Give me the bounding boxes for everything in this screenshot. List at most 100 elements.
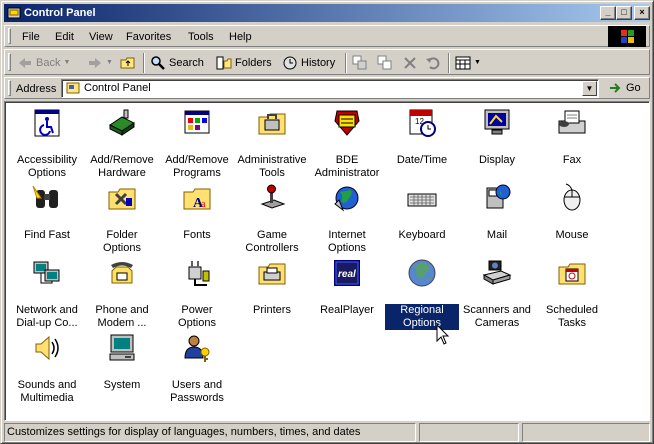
title-bar[interactable]: Control Panel _ □ × bbox=[4, 4, 650, 22]
item-label: Find Fast bbox=[24, 229, 70, 241]
item-phone-and-modem[interactable]: Phone and Modem ... bbox=[85, 257, 159, 330]
address-bar-grip[interactable] bbox=[8, 80, 11, 96]
item-scanners-and-cameras[interactable]: Scanners and Cameras bbox=[460, 257, 534, 330]
mail-icon bbox=[486, 184, 511, 209]
menu-bar-grip[interactable] bbox=[8, 28, 11, 44]
item-fonts[interactable]: Aa Fonts bbox=[160, 182, 234, 242]
item-bde-administrator[interactable]: BDE Administrator bbox=[310, 107, 384, 180]
power-plug-icon bbox=[188, 261, 210, 286]
item-label: Game Controllers bbox=[245, 229, 299, 254]
item-users-and-passwords[interactable]: Users and Passwords bbox=[160, 332, 234, 405]
item-display[interactable]: Display bbox=[460, 107, 534, 167]
item-administrative-tools[interactable]: Administrative Tools bbox=[235, 107, 309, 180]
search-label: Search bbox=[169, 57, 204, 69]
status-pane-2 bbox=[419, 423, 519, 442]
item-label: Accessibility Options bbox=[17, 154, 77, 179]
item-mail[interactable]: Mail bbox=[460, 182, 534, 242]
control-panel-app-icon bbox=[7, 7, 21, 19]
menu-edit[interactable]: Edit bbox=[50, 29, 79, 45]
maximize-button[interactable]: □ bbox=[616, 6, 632, 20]
views-grid-icon bbox=[455, 56, 471, 70]
computer-icon bbox=[109, 334, 135, 361]
menu-file[interactable]: File bbox=[17, 29, 45, 45]
item-game-controllers[interactable]: Game Controllers bbox=[235, 182, 309, 255]
item-internet-options[interactable]: Internet Options bbox=[310, 182, 384, 255]
copy-to-button[interactable] bbox=[377, 53, 393, 73]
item-add-remove-hardware[interactable]: Add/Remove Hardware bbox=[85, 107, 159, 180]
move-to-button[interactable] bbox=[352, 53, 368, 73]
delete-button[interactable] bbox=[402, 53, 418, 73]
item-label: RealPlayer bbox=[320, 304, 374, 316]
globe-icon bbox=[334, 186, 359, 212]
up-folder-icon bbox=[120, 57, 135, 69]
folders-icon bbox=[216, 56, 232, 70]
item-power-options[interactable]: Power Options bbox=[160, 257, 234, 330]
undo-icon bbox=[426, 57, 440, 70]
up-folder-button[interactable] bbox=[120, 53, 136, 73]
item-label: Power Options bbox=[178, 304, 216, 329]
address-dropdown-button[interactable]: ▼ bbox=[582, 81, 597, 96]
monitor-icon bbox=[484, 109, 510, 135]
window-title: Control Panel bbox=[24, 7, 96, 19]
item-label: Display bbox=[478, 154, 516, 166]
item-label: BDE Administrator bbox=[314, 154, 380, 179]
toolbar-grip[interactable] bbox=[8, 53, 11, 71]
toolbar-separator bbox=[143, 53, 145, 73]
item-mouse[interactable]: Mouse bbox=[535, 182, 609, 242]
keyboard-icon bbox=[407, 193, 437, 207]
item-accessibility-options[interactable]: Accessibility Options bbox=[10, 107, 84, 180]
item-label: Add/Remove Programs bbox=[165, 154, 229, 179]
status-pane-3 bbox=[522, 423, 650, 442]
admin-tools-icon bbox=[258, 113, 286, 135]
menu-help[interactable]: Help bbox=[224, 29, 257, 45]
back-arrow-icon bbox=[19, 58, 31, 68]
search-button[interactable]: Search bbox=[150, 53, 204, 73]
address-bar: Address Control Panel ▼ Go bbox=[4, 77, 650, 99]
address-input[interactable]: Control Panel ▼ bbox=[61, 79, 599, 98]
fax-icon bbox=[558, 110, 586, 134]
item-sounds-and-multimedia[interactable]: Sounds and Multimedia bbox=[10, 332, 84, 405]
forward-button[interactable]: ▼ bbox=[87, 53, 113, 73]
item-keyboard[interactable]: Keyboard bbox=[385, 182, 459, 242]
item-regional-options[interactable]: Regional Options bbox=[384, 257, 460, 331]
item-find-fast[interactable]: Find Fast bbox=[10, 182, 84, 242]
item-system[interactable]: System bbox=[85, 332, 159, 392]
go-button[interactable]: Go bbox=[609, 80, 641, 96]
back-button[interactable]: Back ▼ bbox=[17, 53, 70, 73]
scheduled-tasks-icon bbox=[558, 263, 586, 285]
item-folder-options[interactable]: Folder Options bbox=[85, 182, 159, 255]
item-label: Mail bbox=[486, 229, 508, 241]
move-to-icon bbox=[352, 55, 367, 70]
minimize-button[interactable]: _ bbox=[600, 6, 616, 20]
hardware-icon bbox=[109, 109, 135, 136]
mouse-pointer-icon bbox=[436, 324, 450, 345]
item-add-remove-programs[interactable]: Add/Remove Programs bbox=[160, 107, 234, 180]
menu-view[interactable]: View bbox=[84, 29, 118, 45]
delete-x-icon bbox=[404, 57, 416, 69]
item-realplayer[interactable]: real RealPlayer bbox=[310, 257, 384, 317]
back-label: Back bbox=[36, 57, 61, 69]
address-value: Control Panel bbox=[84, 82, 151, 94]
menu-tools[interactable]: Tools bbox=[183, 29, 219, 45]
history-button[interactable]: History bbox=[282, 53, 335, 73]
item-fax[interactable]: Fax bbox=[535, 107, 609, 167]
item-date-time[interactable]: 12 Date/Time bbox=[385, 107, 459, 167]
item-scheduled-tasks[interactable]: Scheduled Tasks bbox=[535, 257, 609, 330]
forward-arrow-icon bbox=[89, 58, 101, 68]
item-label: Keyboard bbox=[398, 229, 446, 241]
item-network-and-dial-up-co[interactable]: Network and Dial-up Co... bbox=[10, 257, 84, 330]
folders-button[interactable]: Folders bbox=[216, 53, 272, 73]
item-label: Fonts bbox=[183, 229, 211, 241]
item-printers[interactable]: Printers bbox=[235, 257, 309, 317]
svg-text:real: real bbox=[338, 269, 356, 280]
history-icon bbox=[283, 56, 297, 70]
item-label: Scanners and Cameras bbox=[463, 304, 531, 329]
icon-view: Accessibility Options Add/Remove Hardware… bbox=[4, 101, 650, 421]
undo-button[interactable] bbox=[425, 53, 441, 73]
control-panel-small-icon bbox=[66, 82, 80, 94]
mouse-icon bbox=[563, 183, 581, 211]
item-label: System bbox=[103, 379, 141, 391]
close-button[interactable]: × bbox=[634, 6, 650, 20]
menu-favorites[interactable]: Favorites bbox=[121, 29, 176, 45]
views-button[interactable]: ▼ bbox=[455, 53, 481, 73]
